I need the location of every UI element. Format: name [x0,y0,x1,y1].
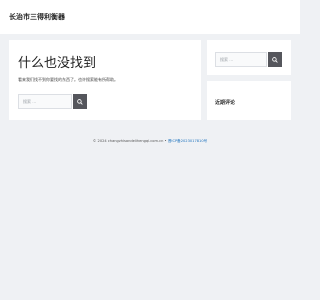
recent-comments-widget: 近期评论 [207,81,291,120]
site-title-link[interactable]: 长治市三得利衡器 [9,12,65,22]
sidebar-search-widget [207,40,291,75]
main-search-input[interactable] [18,94,72,109]
page-message: 看来我们找不到你要找的东西了。也许搜索能有所帮助。 [18,77,118,82]
site-header: 长治市三得利衡器 [0,0,300,34]
site-footer: © 2024 changzhisandelihengqi.com.cn • 晋I… [0,139,300,144]
icp-link[interactable]: 晋ICP备2023017810号 [168,139,207,143]
main-content: 什么也没找到 看来我们找不到你要找的东西了。也许搜索能有所帮助。 [9,40,201,120]
sidebar-search-input[interactable] [215,52,267,67]
main-search-button[interactable] [73,94,87,109]
sidebar-search-button[interactable] [268,52,282,67]
search-icon [272,56,278,63]
search-icon [77,98,83,105]
footer-copyright: © 2024 changzhisandelihengqi.com.cn • [92,139,167,143]
recent-comments-heading: 近期评论 [215,100,236,106]
page-title: 什么也没找到 [18,56,97,71]
